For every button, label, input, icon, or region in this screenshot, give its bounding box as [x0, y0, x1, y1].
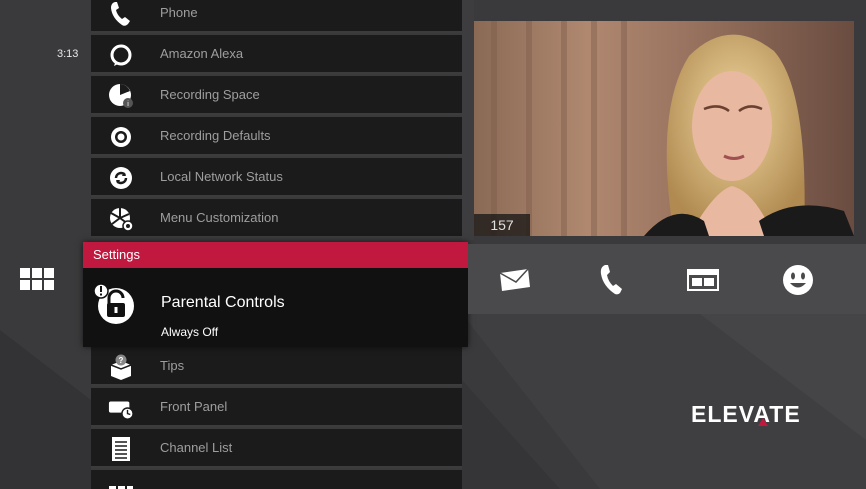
guide-window-button[interactable] — [686, 263, 720, 297]
menu-item-phone[interactable]: Phone — [91, 0, 462, 33]
menu-item-network-status[interactable]: Local Network Status — [91, 158, 462, 197]
tips-icon: ? — [108, 354, 134, 380]
menu-item-label: Channel List — [160, 440, 233, 455]
channel-number: 157 — [474, 214, 530, 236]
recording-space-icon: i — [108, 83, 134, 109]
padlock-icon — [93, 282, 134, 326]
menu-item-label: Local Network Status — [160, 169, 283, 184]
channel-list-icon — [108, 436, 134, 462]
messages-button[interactable] — [498, 263, 532, 297]
menu-item-label: Recording Defaults — [160, 128, 271, 143]
elevate-logo: ELEVATE — [691, 401, 801, 427]
gear-icon — [108, 124, 134, 150]
selected-title: Parental Controls — [161, 294, 285, 311]
menu-item-tips[interactable]: ? Tips — [91, 347, 462, 386]
smiley-icon — [783, 265, 813, 295]
menu-item-menu-customization[interactable]: Menu Customization — [91, 199, 462, 238]
phone-icon — [600, 265, 622, 295]
menu-item-partial[interactable] — [91, 470, 462, 489]
logo-accent-mark — [758, 418, 768, 426]
live-tv-preview[interactable]: 157 — [474, 21, 854, 236]
quick-action-bar — [468, 244, 866, 314]
menu-item-recording-defaults[interactable]: Recording Defaults — [91, 117, 462, 156]
alexa-icon — [108, 42, 134, 68]
menu-item-label: Recording Space — [160, 87, 260, 102]
selected-status: Always Off — [161, 325, 219, 339]
category-header: Settings — [83, 242, 468, 268]
front-panel-icon — [108, 395, 134, 421]
menu-item-label: Phone — [160, 5, 198, 20]
menu-item-front-panel[interactable]: Front Panel — [91, 388, 462, 427]
smiley-button[interactable] — [781, 263, 815, 297]
svg-text:?: ? — [119, 356, 124, 365]
menu-item-recording-space[interactable]: i Recording Space — [91, 76, 462, 115]
envelope-icon — [499, 268, 530, 291]
selected-menu-item[interactable]: Settings Parental Controls Always Off — [83, 242, 468, 347]
grid-icon — [20, 268, 54, 290]
menu-item-label: Tips — [160, 358, 185, 373]
menu-item-label: Front Panel — [160, 399, 228, 414]
menu-customization-icon — [108, 206, 134, 232]
menu-item-channel-list[interactable]: Channel List — [91, 429, 462, 468]
video-frame — [474, 21, 854, 236]
phone-button[interactable] — [594, 263, 628, 297]
menu-item-alexa[interactable]: Amazon Alexa — [91, 35, 462, 74]
network-refresh-icon — [108, 165, 134, 191]
menu-item-label: Amazon Alexa — [160, 46, 244, 61]
menu-item-label: Menu Customization — [160, 210, 279, 225]
clock: 3:13 — [57, 48, 79, 60]
window-icon — [687, 269, 719, 291]
grid-icon — [108, 477, 134, 489]
main-menu-grid-button[interactable] — [20, 268, 54, 292]
phone-icon — [108, 1, 134, 27]
